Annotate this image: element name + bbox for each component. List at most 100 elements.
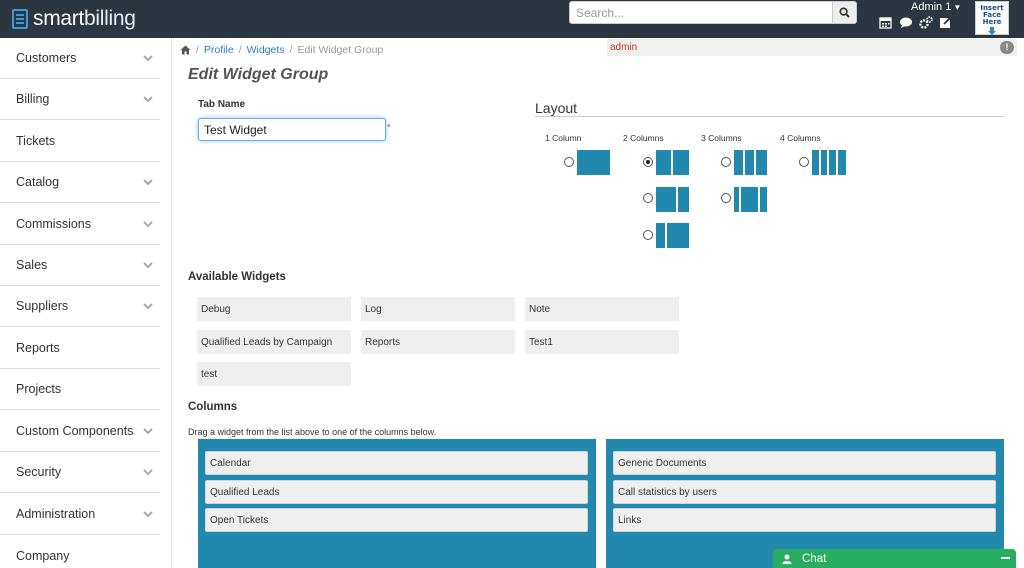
sidebar-item-label: Customers: [16, 51, 77, 65]
breadcrumb-link-profile[interactable]: Profile: [204, 44, 234, 56]
chat-widget[interactable]: Chat: [773, 549, 1016, 568]
column-widget-call-statistics[interactable]: Call statistics by users: [613, 480, 996, 504]
user-menu[interactable]: Admin 1 ▼: [911, 1, 961, 13]
widget-chip-test[interactable]: test: [197, 362, 351, 386]
columns-hint: Drag a widget from the list above to one…: [188, 427, 437, 437]
cogs-icon[interactable]: [919, 16, 933, 30]
comment-icon[interactable]: [899, 16, 913, 30]
sidebar-item-projects[interactable]: Projects: [0, 369, 160, 410]
chat-label: Chat: [802, 552, 827, 565]
user-name: Admin 1: [911, 1, 952, 13]
column-widget-open-tickets[interactable]: Open Tickets: [205, 508, 588, 532]
sidebar-item-label: Suppliers: [16, 299, 69, 313]
sidebar-item-label: Projects: [16, 382, 62, 396]
sidebar-item-tickets[interactable]: Tickets: [0, 121, 160, 162]
layout-divider: [535, 116, 1004, 117]
column-widget-generic-documents[interactable]: Generic Documents: [613, 451, 996, 475]
alert-icon[interactable]: !: [1000, 41, 1014, 54]
layout-header-4-columns: 4 Columns: [780, 133, 821, 143]
widget-chip-test1[interactable]: Test1: [525, 330, 679, 354]
required-marker: •: [387, 121, 391, 132]
breadcrumb-current: Edit Widget Group: [297, 44, 384, 56]
sidebar-item-label: Commissions: [16, 217, 92, 231]
column-widget-qualified-leads[interactable]: Qualified Leads: [205, 480, 588, 504]
column-widget-links[interactable]: Links: [613, 508, 996, 532]
column-widget-calendar[interactable]: Calendar: [205, 451, 588, 475]
layout-radio-3col-equal[interactable]: [721, 157, 731, 167]
layout-thumb-4col[interactable]: [812, 150, 846, 175]
layout-thumb-3col-equal[interactable]: [734, 150, 767, 175]
tab-name-label: Tab Name: [198, 99, 246, 110]
chevron-down-icon: [143, 96, 153, 103]
layout-thumb-2col-wide-left[interactable]: [656, 187, 689, 212]
widget-chip-qualified-leads-by-campaign[interactable]: Qualified Leads by Campaign: [197, 330, 351, 354]
sidebar: Customers Billing Tickets Catalog Commis…: [0, 38, 172, 568]
sidebar-item-label: Administration: [16, 507, 96, 521]
minimize-icon[interactable]: [1001, 557, 1010, 559]
layout-title: Layout: [535, 100, 578, 116]
chevron-down-icon: [143, 262, 153, 269]
search-button[interactable]: [833, 1, 857, 24]
layout-radio-3col-wide-middle[interactable]: [721, 193, 731, 203]
sidebar-item-customers[interactable]: Customers: [0, 38, 160, 79]
layout-header-3-columns: 3 Columns: [701, 133, 742, 143]
calendar-icon[interactable]: [879, 16, 893, 30]
sidebar-item-custom-components[interactable]: Custom Components: [0, 411, 160, 452]
layout-radio-4col[interactable]: [799, 157, 809, 167]
layout-thumb-1col[interactable]: [577, 150, 610, 175]
external-link-icon[interactable]: [939, 16, 953, 30]
layout-radio-2col-wide-right[interactable]: [643, 230, 653, 240]
user-icon: [782, 554, 792, 564]
column-drop-left[interactable]: Calendar Qualified Leads Open Tickets: [198, 439, 596, 568]
layout-radio-2col-wide-left[interactable]: [643, 193, 653, 203]
breadcrumb: / Profile / Widgets / Edit Widget Group: [180, 44, 383, 56]
sidebar-item-label: Sales: [16, 258, 48, 272]
widget-chip-debug[interactable]: Debug: [197, 297, 351, 321]
sidebar-item-company[interactable]: Company: [0, 535, 160, 568]
sidebar-item-security[interactable]: Security: [0, 452, 160, 493]
sidebar-item-label: Tickets: [16, 134, 56, 148]
top-bar: smartbilling Admin 1▼ Insert Face Here: [0, 0, 1024, 38]
chevron-down-icon: [143, 221, 153, 228]
caret-down-icon: ▼: [953, 3, 962, 12]
page-title: Edit Widget Group: [188, 66, 329, 83]
widget-chip-reports[interactable]: Reports: [361, 330, 515, 354]
logo-icon: [12, 9, 28, 29]
available-widgets-title: Available Widgets: [188, 271, 286, 283]
tab-name-input[interactable]: [198, 118, 386, 141]
sidebar-item-label: Reports: [16, 341, 60, 355]
layout-header-1-column: 1 Column: [545, 133, 582, 143]
sidebar-item-administration[interactable]: Administration: [0, 494, 160, 535]
arrow-down-icon: [988, 27, 996, 35]
sidebar-item-reports[interactable]: Reports: [0, 328, 160, 369]
sidebar-item-label: Billing: [16, 92, 50, 106]
avatar-text: Insert Face Here: [980, 4, 1004, 26]
chevron-down-icon: [143, 55, 153, 62]
top-icons: [879, 16, 953, 30]
layout-radio-2col-equal[interactable]: [643, 157, 653, 167]
home-icon[interactable]: [180, 45, 191, 55]
sidebar-item-billing[interactable]: Billing: [0, 79, 160, 120]
sidebar-item-label: Security: [16, 465, 62, 479]
chevron-down-icon: [143, 428, 153, 435]
sidebar-item-sales[interactable]: Sales: [0, 245, 160, 286]
search-icon: [839, 7, 850, 18]
sidebar-item-suppliers[interactable]: Suppliers: [0, 286, 160, 327]
columns-title: Columns: [188, 401, 238, 413]
logo-text: smartbilling: [33, 7, 136, 30]
breadcrumb-link-widgets[interactable]: Widgets: [247, 44, 285, 56]
logo[interactable]: smartbilling: [12, 7, 136, 31]
avatar[interactable]: Insert Face Here: [975, 1, 1009, 35]
layout-thumb-2col-equal[interactable]: [656, 150, 689, 175]
search-input[interactable]: [569, 1, 833, 24]
widget-chip-note[interactable]: Note: [525, 297, 679, 321]
search-box: [569, 1, 857, 24]
layout-thumb-2col-wide-right[interactable]: [656, 223, 689, 248]
sidebar-item-commissions[interactable]: Commissions: [0, 204, 160, 245]
sidebar-item-catalog[interactable]: Catalog: [0, 162, 160, 203]
role-label: admin: [610, 42, 638, 53]
sidebar-item-label: Custom Components: [16, 424, 134, 438]
layout-thumb-3col-wide-middle[interactable]: [734, 187, 767, 212]
widget-chip-log[interactable]: Log: [361, 297, 515, 321]
layout-radio-1col[interactable]: [564, 157, 574, 167]
